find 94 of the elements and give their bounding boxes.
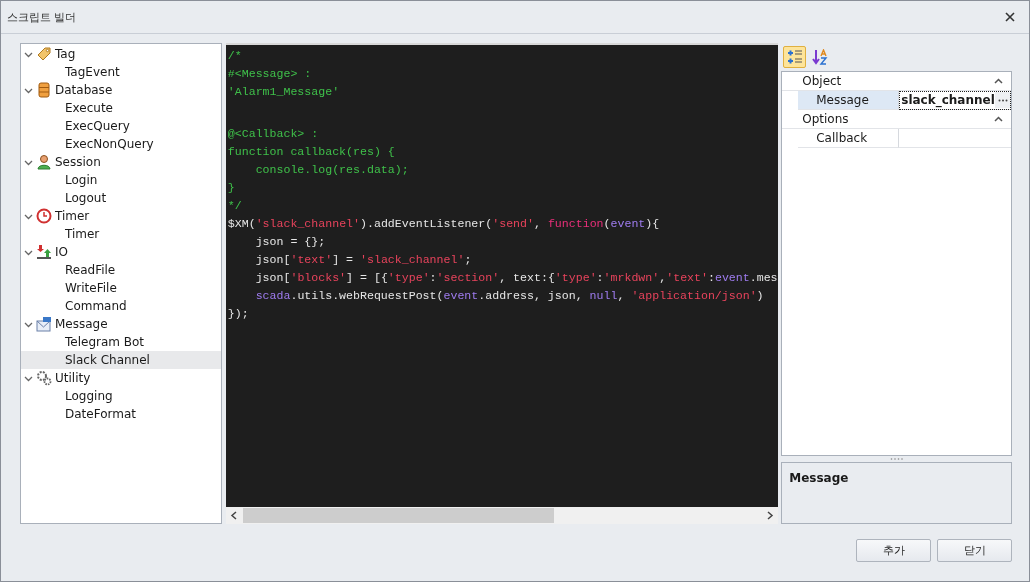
property-category[interactable]: Options (802, 112, 849, 126)
code-token: json[ (254, 253, 291, 266)
code-token: ( (603, 217, 611, 230)
tree-category[interactable]: Message (55, 317, 108, 331)
code-token: 'text' (290, 253, 333, 266)
tag-icon (36, 46, 52, 62)
tree-category[interactable]: Timer (55, 209, 90, 223)
code-token: ) (756, 289, 764, 302)
tree-category[interactable]: Tag (55, 47, 76, 61)
code-token: 'blocks' (290, 271, 347, 284)
property-category[interactable]: Object (802, 74, 842, 88)
code-token: 'slack_channel' (255, 217, 360, 230)
code-token: 'type' (387, 271, 430, 284)
code-token: , (659, 271, 667, 284)
user-icon (36, 154, 52, 170)
tree-item[interactable]: Telegram Bot (21, 333, 221, 351)
code-token: 'application/json' (631, 289, 757, 302)
gears-icon (36, 370, 52, 386)
code-token: .address, json, (478, 289, 584, 302)
code-token: , text:{ (499, 271, 555, 284)
property-name[interactable]: Message (798, 91, 900, 110)
close-icon[interactable] (1005, 12, 1015, 22)
upload-download-icon (36, 244, 52, 260)
code-token: , (533, 217, 542, 230)
code-token: $XM( (227, 217, 256, 230)
code-token: ){ (645, 217, 660, 230)
tree-item[interactable]: ExecNonQuery (21, 135, 221, 153)
code-token: }); (227, 307, 249, 320)
code-token: event (610, 217, 646, 230)
tree-item[interactable]: ExecQuery (21, 117, 221, 135)
tree-item[interactable]: Slack Channel (21, 351, 221, 369)
tree-item[interactable]: Command (21, 297, 221, 315)
scroll-thumb[interactable] (242, 508, 554, 523)
ellipsis-icon (998, 98, 1008, 102)
tree-category[interactable]: Session (55, 155, 101, 169)
code-token: : (707, 271, 715, 284)
tree-item[interactable]: Login (21, 171, 221, 189)
tree-item[interactable]: WriteFile (21, 279, 221, 297)
database-icon (36, 82, 52, 98)
window-title: 스크립트 빌더 (7, 9, 77, 25)
ellipsis-button[interactable] (995, 92, 1011, 108)
property-value[interactable]: slack_channel (901, 93, 995, 107)
property-name[interactable]: Callback (798, 129, 900, 148)
horizontal-scrollbar[interactable] (225, 507, 779, 524)
tree-category[interactable]: Utility (55, 371, 91, 385)
tree-category[interactable]: Database (55, 83, 113, 97)
tree-item[interactable]: Timer (21, 225, 221, 243)
code-token: /* (227, 49, 242, 62)
code-token: 'send' (492, 217, 534, 230)
tree-item[interactable]: DateFormat (21, 405, 221, 423)
code-token: : (429, 271, 437, 284)
code-token: scada (254, 289, 291, 302)
code-token: , (617, 289, 626, 302)
code-token: : (596, 271, 604, 284)
code-token: ] = (332, 253, 355, 266)
tree-item[interactable]: TagEvent (21, 63, 221, 81)
tree-item[interactable]: Logging (21, 387, 221, 405)
code-token: null (589, 289, 618, 302)
dialog-button[interactable]: 추가 (856, 539, 931, 562)
code-token: function callback(res) { (227, 145, 395, 158)
code-token: 'text' (666, 271, 708, 284)
categorized-button[interactable] (783, 46, 807, 68)
collapse-icon[interactable] (994, 78, 1003, 84)
code-token: event (443, 289, 479, 302)
code-token: @<Callback> : (227, 127, 319, 140)
tree-category[interactable]: IO (55, 245, 68, 259)
code-token: .mes (749, 271, 778, 284)
code-token: ).addEventListener( (360, 217, 493, 230)
code-token: 'Alarm1_Message' (227, 85, 340, 98)
scroll-right-icon[interactable] (766, 511, 775, 520)
code-token: 'slack_channel' (360, 253, 465, 266)
code-token: ] = [{ (346, 271, 388, 284)
code-token: json = {}; (254, 235, 326, 248)
dialog-button[interactable]: 닫기 (937, 539, 1012, 562)
tree-item[interactable]: Execute (21, 99, 221, 117)
code-token: json[ (254, 271, 291, 284)
tree-item[interactable]: Logout (21, 189, 221, 207)
description-title: Message (789, 471, 849, 485)
code-token: 'type' (554, 271, 597, 284)
code-token: event (714, 271, 750, 284)
envelope-icon (36, 316, 52, 332)
code-token: 'mrkdwn' (603, 271, 660, 284)
scroll-left-icon[interactable] (229, 511, 238, 520)
timer-icon (36, 208, 52, 224)
code-token: .utils.webRequestPost( (290, 289, 444, 302)
code-token: function (547, 217, 604, 230)
code-token: console.log(res.data); (254, 163, 409, 176)
tree-item[interactable]: ReadFile (21, 261, 221, 279)
code-token: #<Message> : (227, 67, 312, 80)
collapse-icon[interactable] (994, 116, 1003, 122)
code-token: ; (464, 253, 472, 266)
code-token: } (227, 181, 235, 194)
code-token: */ (227, 199, 242, 212)
code-token: 'section' (436, 271, 500, 284)
